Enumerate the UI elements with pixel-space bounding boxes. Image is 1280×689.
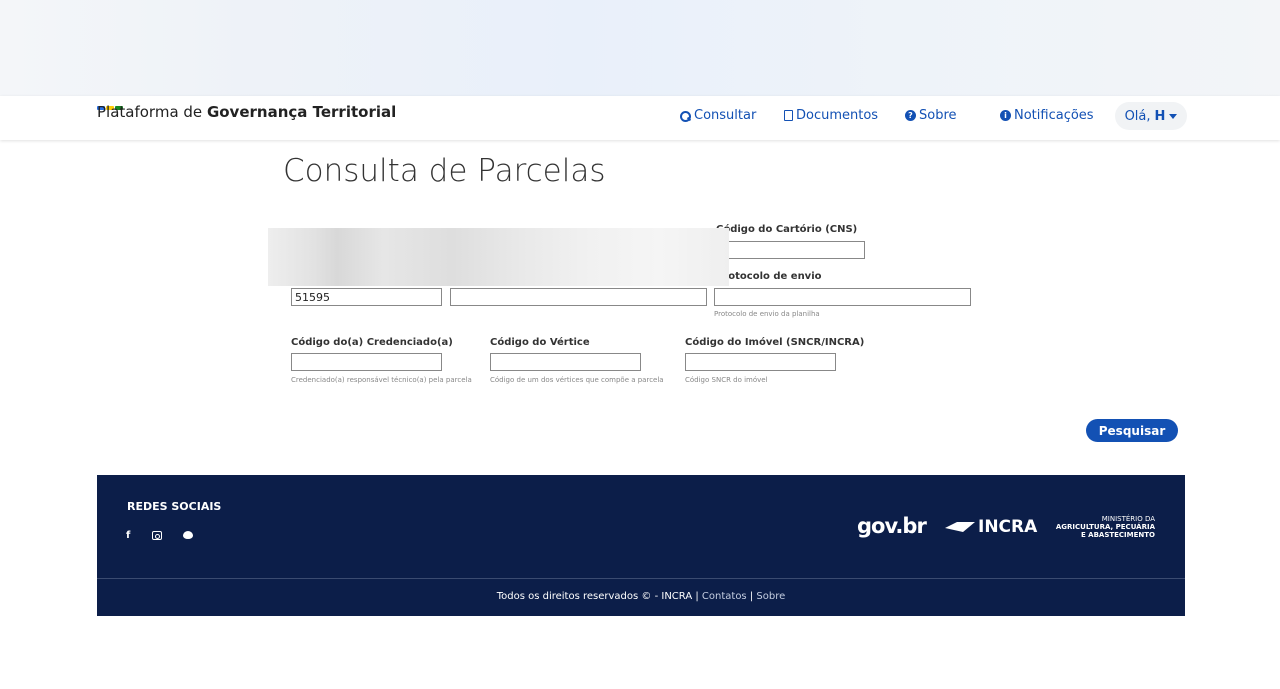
protocolo-input[interactable] — [714, 288, 971, 306]
footer-divider — [97, 578, 1185, 579]
vertice-help: Código de um dos vértices que compõe a p… — [490, 376, 664, 384]
document-icon — [784, 110, 793, 121]
vertice-label: Código do Vértice — [490, 337, 590, 348]
govbr-logo[interactable]: gov.br — [857, 514, 927, 538]
field-b-input[interactable] — [450, 288, 707, 306]
cartorio-input[interactable] — [714, 241, 865, 259]
protocolo-help: Protocolo de envio da planilha — [714, 310, 820, 318]
credenciado-help: Credenciado(a) responsável técnico(a) pe… — [291, 376, 472, 384]
brand-bold: Governança Territorial — [206, 103, 397, 121]
incra-logo[interactable]: INCRA — [945, 517, 1037, 537]
user-initial: H — [1154, 108, 1166, 124]
copyright-text: Todos os direitos reservados © - INCRA | — [496, 591, 699, 602]
imovel-help: Código SNCR do imóvel — [685, 376, 768, 384]
page-title: Consulta de Parcelas — [283, 153, 606, 189]
copyright-line: Todos os direitos reservados © - INCRA |… — [97, 591, 1185, 602]
nav-notificacoes-label: Notificações — [1014, 108, 1094, 123]
ministerio-logo[interactable]: MINISTÉRIO DA AGRICULTURA, PECUÁRIA E AB… — [1056, 515, 1155, 539]
user-greeting: Olá, — [1124, 108, 1151, 124]
social-title: REDES SOCIAIS — [127, 500, 222, 513]
caret-down-icon — [1169, 113, 1178, 119]
nav-consultar-label: Consultar — [694, 108, 757, 123]
incra-logo-text: INCRA — [978, 517, 1038, 537]
protocolo-label: Protocolo de envio — [716, 271, 822, 282]
question-circle-icon: ? — [905, 110, 916, 121]
brand-prefix: Plataforma de — [97, 103, 207, 121]
brand-title[interactable]: Plataforma de Governança Territorial — [97, 103, 396, 121]
info-circle-icon: i — [1000, 110, 1011, 121]
field-a-input[interactable] — [291, 288, 442, 306]
credenciado-label: Código do(a) Credenciado(a) — [291, 337, 453, 348]
search-icon — [679, 110, 691, 122]
ministerio-line2: AGRICULTURA, PECUÁRIA — [1055, 523, 1155, 531]
instagram-icon[interactable] — [152, 531, 162, 540]
redacted-area — [268, 228, 729, 286]
imovel-input[interactable] — [685, 353, 836, 371]
nav-sobre-label: Sobre — [919, 108, 957, 123]
ministerio-line1: MINISTÉRIO DA — [1101, 515, 1155, 523]
copyright-separator: | — [749, 591, 754, 602]
nav-documentos[interactable]: Documentos — [784, 108, 878, 123]
facebook-icon[interactable]: f — [126, 530, 130, 541]
ministerio-line3: E ABASTECIMENTO — [1080, 531, 1155, 539]
nav-documentos-label: Documentos — [796, 108, 879, 123]
vertice-input[interactable] — [490, 353, 641, 371]
govbr-mini-logo — [97, 95, 129, 110]
nav-sobre[interactable]: ? Sobre — [905, 108, 957, 123]
imovel-label: Código do Imóvel (SNCR/INCRA) — [685, 337, 865, 348]
nav-notificacoes[interactable]: i Notificações — [1000, 108, 1094, 123]
cartorio-label: Código do Cartório (CNS) — [716, 224, 858, 235]
nav-consultar[interactable]: Consultar — [679, 108, 756, 123]
incra-mark-icon — [945, 520, 975, 534]
user-menu[interactable]: Olá, H — [1115, 102, 1187, 130]
sobre-link[interactable]: Sobre — [756, 591, 785, 602]
contatos-link[interactable]: Contatos — [702, 591, 747, 602]
top-banner — [0, 0, 1280, 96]
credenciado-input[interactable] — [291, 353, 442, 371]
pesquisar-button[interactable]: Pesquisar — [1086, 419, 1178, 442]
footer: REDES SOCIAIS f gov.br INCRA MINISTÉRIO … — [97, 475, 1185, 616]
twitter-icon[interactable] — [183, 531, 193, 539]
